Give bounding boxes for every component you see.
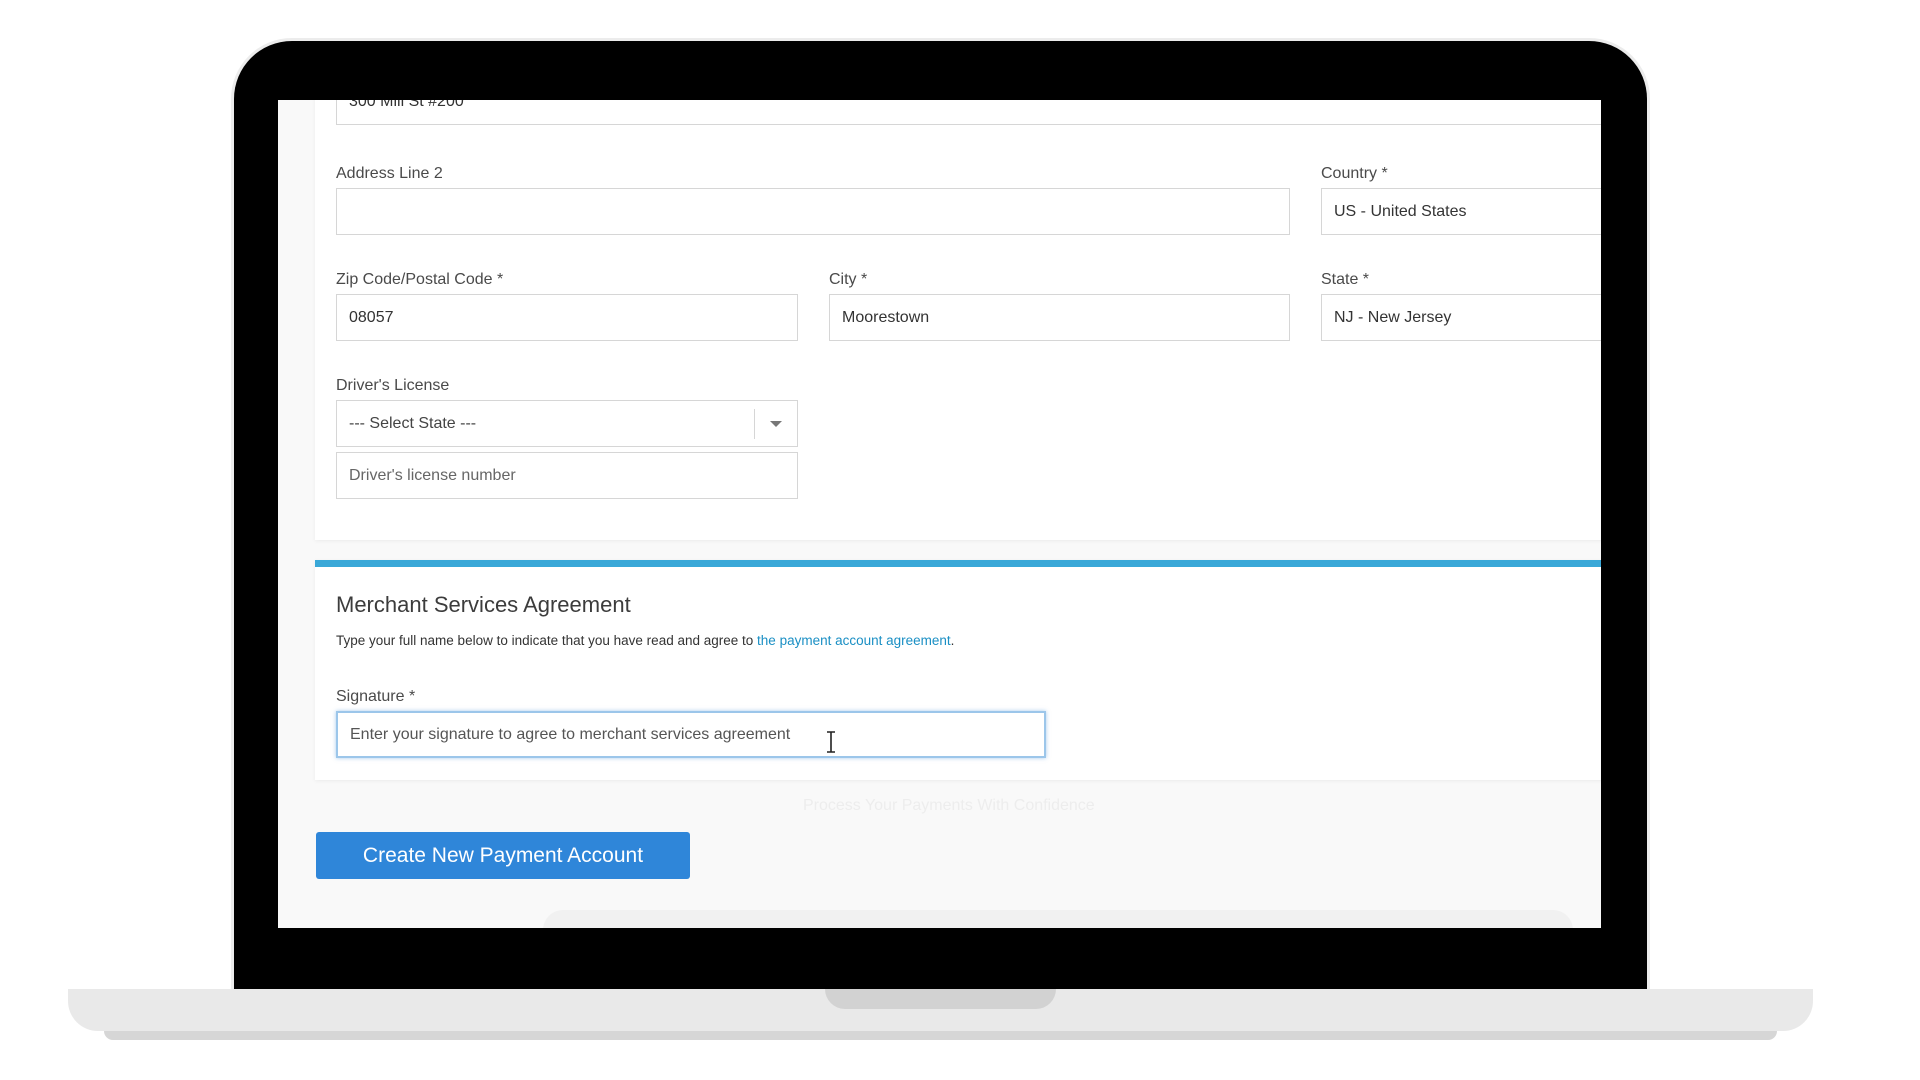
create-payment-account-button[interactable]: Create New Payment Account xyxy=(316,832,690,879)
laptop-notch xyxy=(825,989,1056,1009)
chevron-down-icon xyxy=(770,421,782,427)
address-line2-label: Address Line 2 xyxy=(336,165,443,182)
signature-input[interactable] xyxy=(336,711,1046,758)
country-label: Country * xyxy=(1321,165,1388,182)
city-input[interactable] xyxy=(829,294,1290,341)
bottom-fade xyxy=(543,910,1573,928)
address-line2-input[interactable] xyxy=(336,188,1290,235)
screen: Process Your Payments With Confidence Ad… xyxy=(278,100,1601,928)
payment-agreement-link[interactable]: the payment account agreement xyxy=(757,633,951,648)
address-line1-input[interactable] xyxy=(336,100,1601,125)
zip-label: Zip Code/Postal Code * xyxy=(336,271,504,288)
city-label: City * xyxy=(829,271,868,288)
country-field[interactable] xyxy=(1321,188,1601,235)
laptop-base-shadow xyxy=(104,1031,1777,1040)
text-cursor-icon xyxy=(827,731,835,753)
zip-input[interactable] xyxy=(336,294,798,341)
background-tagline: Process Your Payments With Confidence xyxy=(803,797,1095,814)
select-separator xyxy=(754,409,755,439)
agreement-title: Merchant Services Agreement xyxy=(336,592,631,617)
dl-state-select[interactable]: --- Select State --- xyxy=(336,400,798,447)
dl-number-input[interactable] xyxy=(336,452,798,499)
state-label: State * xyxy=(1321,271,1370,288)
agreement-description-text: Type your full name below to indicate th… xyxy=(336,633,754,648)
state-field[interactable] xyxy=(1321,294,1601,341)
drivers-license-label: Driver's License xyxy=(336,377,450,394)
agreement-description: Type your full name below to indicate th… xyxy=(336,633,954,648)
dl-state-selected: --- Select State --- xyxy=(349,414,477,432)
agreement-period: . xyxy=(950,633,955,648)
signature-label: Signature * xyxy=(336,688,416,705)
